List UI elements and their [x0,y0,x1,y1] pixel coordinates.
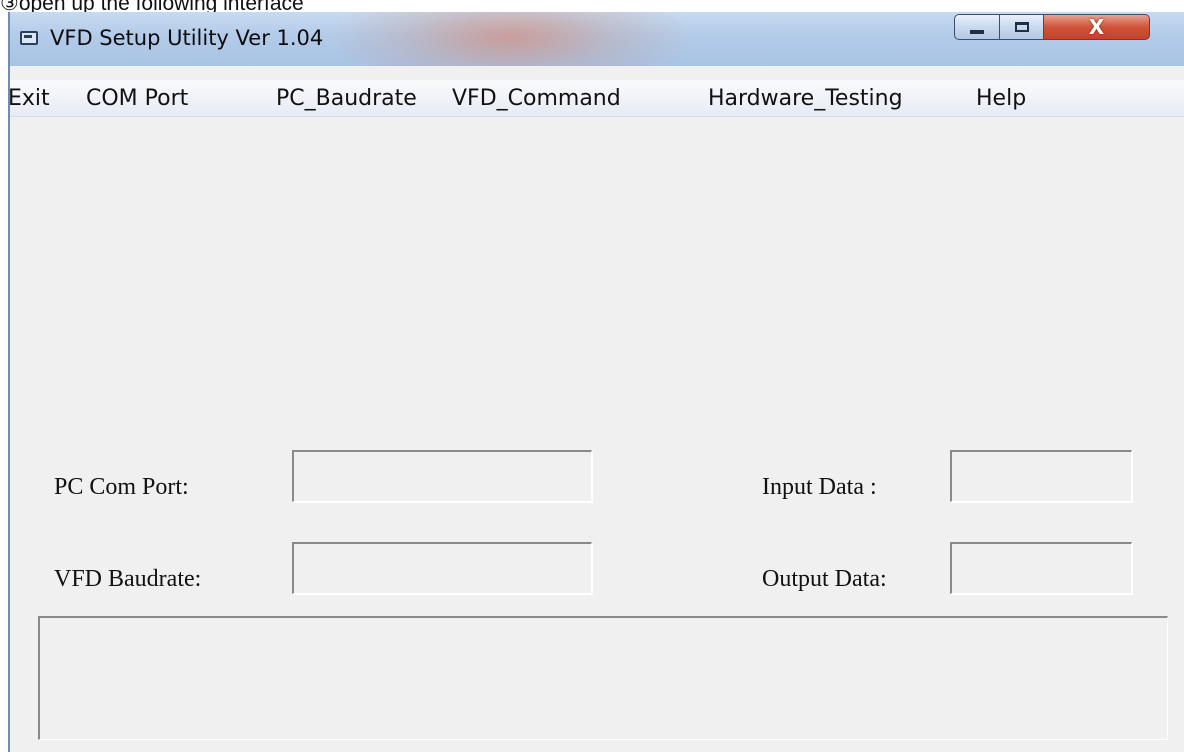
window-title: VFD Setup Utility Ver 1.04 [50,26,324,50]
input-data-label: Input Data : [762,474,877,500]
input-data-field[interactable] [950,450,1132,502]
vfd-baudrate-field[interactable] [292,542,592,594]
pc-com-port-field[interactable] [292,450,592,502]
close-button[interactable]: X [1044,14,1150,40]
title-bar[interactable]: VFD Setup Utility Ver 1.04 X [10,12,1184,66]
menu-com-port[interactable]: COM Port [86,86,188,111]
vfd-baudrate-label: VFD Baudrate: [54,566,202,592]
output-data-field[interactable] [950,542,1132,594]
menu-bar: Exit COM Port PC_Baudrate VFD_Command Ha… [8,80,1184,117]
menu-pc-baudrate[interactable]: PC_Baudrate [276,86,417,111]
maximize-icon [1014,22,1029,32]
close-icon: X [1088,15,1105,39]
output-data-label: Output Data: [762,566,887,592]
menu-hardware-testing[interactable]: Hardware_Testing [708,86,903,111]
minimize-icon [970,30,984,34]
menu-vfd-command[interactable]: VFD_Command [452,86,621,111]
app-window: VFD Setup Utility Ver 1.04 X Exit COM Po… [8,12,1184,752]
maximize-button[interactable] [1000,14,1044,40]
status-panel[interactable] [38,616,1168,740]
menu-help[interactable]: Help [976,86,1026,111]
app-icon[interactable] [20,31,38,45]
pc-com-port-label: PC Com Port: [54,474,189,500]
menu-exit[interactable]: Exit [8,86,50,111]
minimize-button[interactable] [954,14,1000,40]
